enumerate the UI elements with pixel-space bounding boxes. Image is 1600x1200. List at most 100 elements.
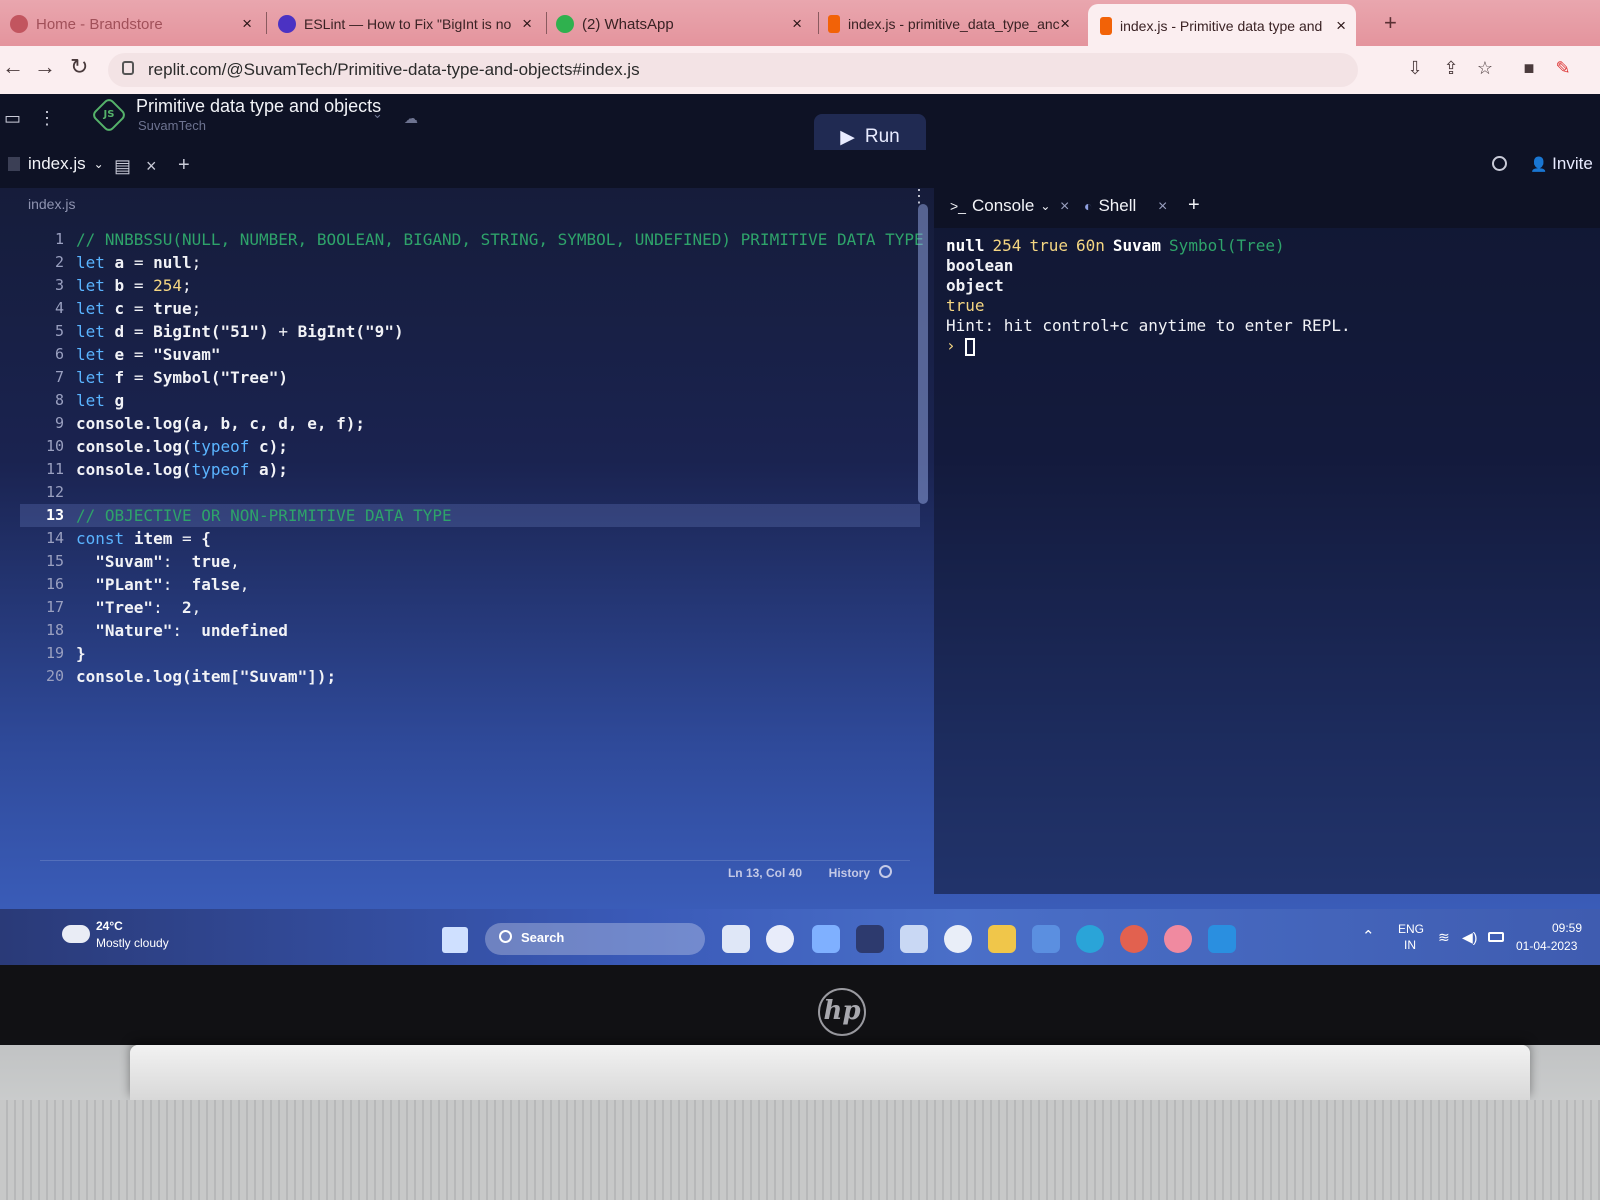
code-text[interactable]: let e = "Suvam" (76, 343, 221, 366)
taskbar-search[interactable]: Search (485, 923, 705, 955)
task-view-icon[interactable] (722, 925, 750, 953)
code-text[interactable]: let g (76, 389, 124, 412)
tab-console[interactable]: >_ Console ⌄ (950, 196, 1050, 216)
code-text[interactable]: let c = true; (76, 297, 201, 320)
code-editor[interactable]: index.js 1 // NNBBSSU(NULL, NUMBER, BOOLE… (0, 188, 926, 909)
close-console-icon[interactable]: × (1060, 198, 1069, 216)
breadcrumb[interactable]: index.js (28, 196, 75, 212)
code-text[interactable]: "Tree": 2, (76, 596, 201, 619)
code-line[interactable]: 11 console.log(typeof a); (20, 458, 920, 481)
tray-overflow-icon[interactable]: ⌃ (1362, 927, 1375, 945)
code-line[interactable]: 16 "PLant": false, (20, 573, 920, 596)
history-button[interactable]: History (829, 866, 870, 880)
tab-replit-index-active[interactable]: index.js - Primitive data type and × (1088, 4, 1356, 48)
volume-icon[interactable]: ◀) (1462, 929, 1477, 946)
code-text[interactable]: "Nature": undefined (76, 619, 288, 642)
console-prompt-line[interactable]: › (946, 336, 1351, 356)
input-region[interactable]: IN (1404, 938, 1416, 952)
tab-close-icon[interactable]: × (792, 14, 802, 34)
store-icon[interactable] (900, 925, 928, 953)
file-history-icon[interactable]: ▤ (114, 156, 131, 177)
code-text[interactable]: console.log(item["Suvam"]); (76, 665, 336, 688)
clock-time[interactable]: 09:59 (1552, 921, 1582, 935)
code-text[interactable]: // NNBBSSU(NULL, NUMBER, BOOLEAN, BIGAND… (76, 228, 924, 251)
wifi-icon[interactable]: ≋ (1438, 929, 1450, 946)
reload-icon[interactable]: ↻ (70, 54, 88, 80)
search-icon[interactable] (1492, 156, 1507, 171)
code-text[interactable]: let d = BigInt("51") + BigInt("9") (76, 320, 404, 343)
cursor-position[interactable]: Ln 13, Col 40 (728, 866, 802, 880)
files-tree-icon[interactable]: ⋮ (38, 108, 56, 129)
close-shell-icon[interactable]: × (1158, 198, 1167, 216)
security-icon[interactable] (812, 925, 840, 953)
console-pane[interactable]: >_ Console ⌄ × ◐ Shell × + null 254 true 60… (934, 188, 1600, 894)
windows-start-icon[interactable] (442, 927, 468, 953)
code-text[interactable]: const item = { (76, 527, 211, 550)
code-line[interactable]: 1 // NNBBSSU(NULL, NUMBER, BOOLEAN, BIGAN… (20, 228, 924, 251)
code-line[interactable]: 19} (20, 642, 920, 665)
code-line[interactable]: 7 let f = Symbol("Tree") (20, 366, 920, 389)
chevron-down-icon[interactable]: ⌄ (1040, 199, 1050, 213)
add-tab-icon[interactable]: + (178, 154, 190, 177)
code-text[interactable]: console.log(a, b, c, d, e, f); (76, 412, 365, 435)
snipping-tool-icon[interactable] (1032, 925, 1060, 953)
code-line[interactable]: 6 let e = "Suvam" (20, 343, 920, 366)
tab-replit-index-1[interactable]: index.js - primitive_data_type_anc × (828, 2, 1080, 46)
code-line[interactable]: 10 console.log(typeof c); (20, 435, 920, 458)
address-bar[interactable]: replit.com/@SuvamTech/Primitive-data-typ… (108, 53, 1358, 87)
share-icon[interactable]: ⇪ (1440, 58, 1462, 80)
clock-date[interactable]: 01-04-2023 (1516, 939, 1577, 953)
battery-icon[interactable] (1488, 932, 1504, 942)
tab-close-icon[interactable]: × (1336, 16, 1346, 36)
file-tab-index-js[interactable]: index.js ⌄ (8, 154, 104, 174)
tab-brandstore[interactable]: Home - Brandstore × (10, 2, 262, 46)
add-pane-icon[interactable]: + (1188, 194, 1200, 217)
history-icon[interactable] (879, 865, 892, 878)
code-text[interactable]: let f = Symbol("Tree") (76, 366, 288, 389)
code-line[interactable]: 12 (20, 481, 920, 504)
code-line[interactable]: 8 let g (20, 389, 920, 412)
code-text[interactable]: console.log(typeof c); (76, 435, 288, 458)
edge-icon[interactable] (1076, 925, 1104, 953)
code-line[interactable]: 3 let b = 254; (20, 274, 920, 297)
repl-owner[interactable]: SuvamTech (138, 118, 206, 133)
code-text[interactable]: let a = null; (76, 251, 201, 274)
code-line[interactable]: 20 console.log(item["Suvam"]); (20, 665, 920, 688)
bookmark-star-icon[interactable]: ☆ (1474, 58, 1496, 80)
chat-icon[interactable] (766, 925, 794, 953)
editor-scrollbar[interactable] (918, 204, 928, 504)
code-line[interactable]: 18 "Nature": undefined (20, 619, 920, 642)
tulip-app-icon[interactable] (1164, 925, 1192, 953)
input-language[interactable]: ENG (1398, 922, 1424, 936)
install-app-icon[interactable]: ⇩ (1404, 58, 1426, 80)
photos-icon[interactable] (944, 925, 972, 953)
code-line[interactable]: 9 console.log(a, b, c, d, e, f); (20, 412, 920, 435)
tab-shell[interactable]: ◐ Shell (1084, 196, 1136, 216)
forward-arrow-icon[interactable]: → (34, 54, 56, 80)
tab-eslint[interactable]: ESLint — How to Fix "BigInt is no × (278, 2, 542, 46)
code-text[interactable]: "Suvam": true, (76, 550, 240, 573)
chevron-down-icon[interactable]: ⌄ (94, 157, 104, 171)
tab-close-icon[interactable]: × (522, 14, 532, 34)
close-tab-icon[interactable]: × (146, 156, 157, 177)
weather-description[interactable]: Mostly cloudy (96, 936, 169, 950)
console-output[interactable]: null 254 true 60n Suvam Symbol(Tree) boolean … (946, 236, 1351, 356)
code-line[interactable]: 4 let c = true; (20, 297, 920, 320)
code-lines[interactable]: 1 // NNBBSSU(NULL, NUMBER, BOOLEAN, BIGAN… (20, 228, 924, 688)
code-line[interactable]: 17 "Tree": 2, (20, 596, 920, 619)
lock-icon[interactable] (122, 61, 134, 75)
url-text[interactable]: replit.com/@SuvamTech/Primitive-data-typ… (148, 60, 640, 80)
profile-edit-icon[interactable]: ✎ (1552, 58, 1574, 80)
tab-close-icon[interactable]: × (1060, 14, 1070, 34)
code-line[interactable]: 2 let a = null; (20, 251, 920, 274)
chevron-down-icon[interactable]: ⌄ (372, 106, 383, 122)
code-text[interactable]: "PLant": false, (76, 573, 249, 596)
code-line[interactable]: 15 "Suvam": true, (20, 550, 920, 573)
extensions-icon[interactable]: ■ (1518, 58, 1540, 80)
vscode-icon[interactable] (1208, 925, 1236, 953)
new-tab-button[interactable]: + (1384, 10, 1397, 36)
code-text[interactable]: // OBJECTIVE OR NON-PRIMITIVE DATA TYPE (76, 504, 452, 527)
back-arrow-icon[interactable]: ← (2, 54, 24, 80)
winamp-icon[interactable] (856, 925, 884, 953)
code-line[interactable]: 14 const item = { (20, 527, 920, 550)
